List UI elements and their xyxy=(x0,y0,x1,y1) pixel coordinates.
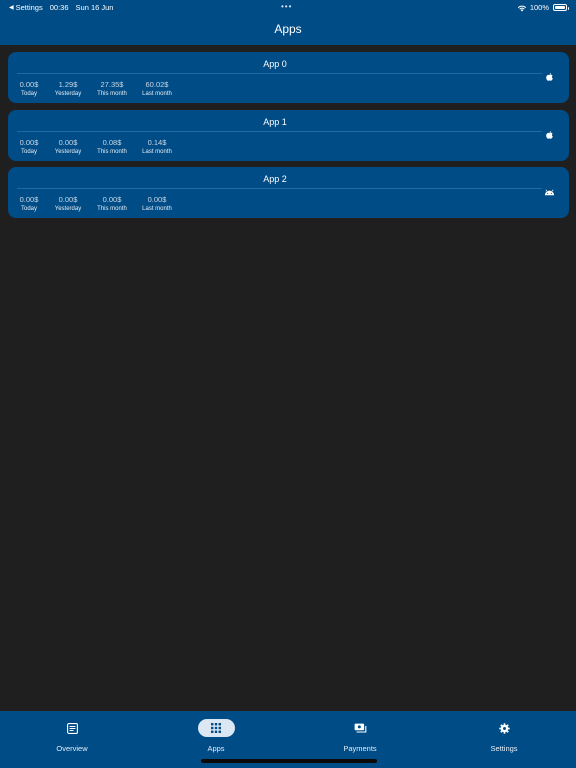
apps-list: App 0 0.00$ Today 1.29$ Yesterday 27.35$… xyxy=(8,52,569,225)
stat-label: Today xyxy=(20,91,37,97)
stat-yesterday: 0.00$ Yesterday xyxy=(49,195,87,214)
tab-label: Apps xyxy=(207,744,225,753)
stat-value: 0.08$ xyxy=(102,137,122,147)
battery-icon xyxy=(553,4,569,11)
stat-value: 0.00$ xyxy=(58,137,78,147)
apple-icon xyxy=(546,73,553,81)
battery-percent: 100% xyxy=(529,3,549,12)
stat-label: This month xyxy=(97,148,127,155)
app-name: App 0 xyxy=(263,59,287,69)
stat-today: 0.00$ Today xyxy=(14,195,44,214)
page-title: Apps xyxy=(274,22,302,36)
stat-value: 0.00$ xyxy=(102,195,122,204)
wifi-icon xyxy=(517,5,527,11)
divider xyxy=(17,130,542,132)
grid-icon xyxy=(211,723,221,733)
stat-value: 0.14$ xyxy=(147,137,167,147)
tab-settings[interactable]: Settings xyxy=(464,719,544,753)
stat-value: 27.35$ xyxy=(100,80,124,89)
apple-icon xyxy=(546,130,553,139)
stat-label: Yesterday xyxy=(54,206,82,212)
tab-label: Settings xyxy=(490,744,518,753)
stat-value: 0.00$ xyxy=(19,137,39,147)
status-bar: ◀ Settings 00:36 Sun 16 Jun ••• 100% xyxy=(0,0,576,14)
stat-last-month: 60.02$ Last month xyxy=(137,80,177,99)
stat-label: Last month xyxy=(142,148,172,155)
stat-label: Yesterday xyxy=(54,148,82,155)
divider xyxy=(17,73,542,74)
revenue-stats: 0.00$ Today 1.29$ Yesterday 27.35$ This … xyxy=(14,80,182,99)
header: ◀ Settings 00:36 Sun 16 Jun ••• 100% App… xyxy=(0,0,576,45)
tab-label: Payments xyxy=(343,744,377,753)
status-time: 00:36 xyxy=(49,3,69,12)
app-card-0[interactable]: App 0 0.00$ Today 1.29$ Yesterday 27.35$… xyxy=(8,52,569,103)
stat-today: 0.00$ Today xyxy=(14,80,44,99)
stat-label: This month xyxy=(97,91,127,97)
stat-value: 1.29$ xyxy=(58,80,78,89)
tab-payments[interactable]: Payments xyxy=(320,719,400,753)
app-card-1[interactable]: App 1 0.00$ Today 0.00$ Yesterday 0.08$ … xyxy=(8,109,569,161)
revenue-stats: 0.00$ Today 0.00$ Yesterday 0.00$ This m… xyxy=(14,195,182,214)
tab-label: Overview xyxy=(56,744,88,753)
app-name: App 2 xyxy=(263,174,287,184)
payments-icon xyxy=(354,723,366,733)
stat-last-month: 0.00$ Last month xyxy=(137,195,177,214)
stat-label: Today xyxy=(20,148,37,155)
status-date: Sun 16 Jun xyxy=(75,3,114,12)
stat-value: 60.02$ xyxy=(145,80,169,89)
active-tab-indicator xyxy=(197,719,235,737)
stat-this-month: 0.00$ This month xyxy=(92,195,132,214)
stat-this-month: 0.08$ This month xyxy=(92,138,132,157)
stat-label: This month xyxy=(97,206,127,212)
stat-value: 0.00$ xyxy=(58,195,78,204)
home-indicator[interactable] xyxy=(201,759,377,763)
android-icon xyxy=(544,189,555,196)
back-arrow-icon: ◀ xyxy=(9,5,14,11)
app-name: App 1 xyxy=(263,116,287,127)
stat-value: 0.00$ xyxy=(19,80,39,89)
stat-label: Last month xyxy=(142,91,172,97)
stat-yesterday: 0.00$ Yesterday xyxy=(49,138,87,157)
gear-icon xyxy=(498,722,510,734)
stat-value: 0.00$ xyxy=(147,195,167,204)
tab-overview[interactable]: Overview xyxy=(32,719,112,753)
app-card-2[interactable]: App 2 0.00$ Today 0.00$ Yesterday 0.00$ … xyxy=(8,167,569,218)
list-icon xyxy=(66,722,78,734)
stat-yesterday: 1.29$ Yesterday xyxy=(49,80,87,99)
divider xyxy=(17,188,542,189)
stat-value: 0.00$ xyxy=(19,195,39,204)
tab-apps[interactable]: Apps xyxy=(176,719,256,753)
stat-label: Last month xyxy=(142,206,172,212)
stat-label: Today xyxy=(20,206,37,212)
apps-screen: ◀ Settings 00:36 Sun 16 Jun ••• 100% App… xyxy=(0,0,576,768)
stat-label: Yesterday xyxy=(54,91,82,97)
stat-this-month: 27.35$ This month xyxy=(92,80,132,99)
stat-today: 0.00$ Today xyxy=(14,138,44,157)
revenue-stats: 0.00$ Today 0.00$ Yesterday 0.08$ This m… xyxy=(14,138,182,157)
back-to-settings-link[interactable]: ◀ Settings xyxy=(9,3,43,12)
back-label: Settings xyxy=(15,3,43,12)
stat-last-month: 0.14$ Last month xyxy=(137,138,177,157)
multitasking-dots[interactable]: ••• xyxy=(281,2,292,11)
